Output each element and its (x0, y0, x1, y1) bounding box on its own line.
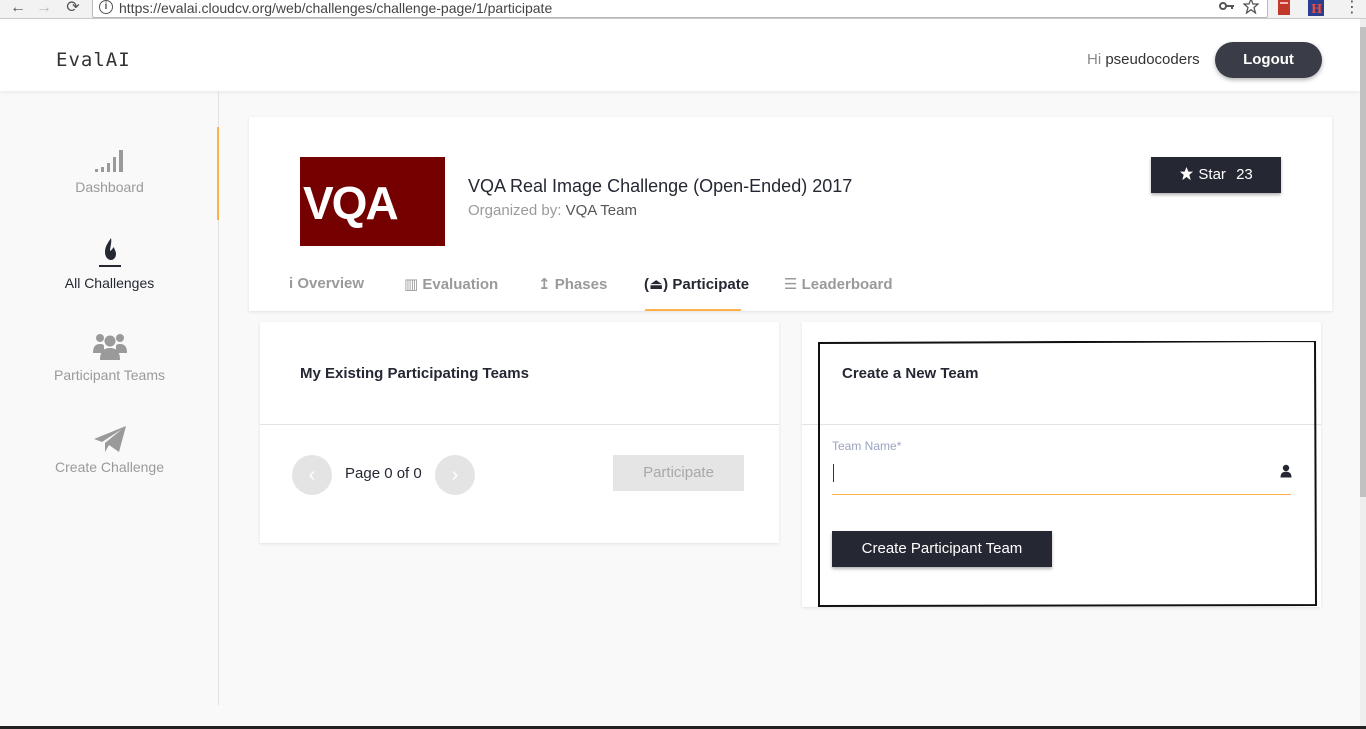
organized-by-label: Organized by: (468, 202, 562, 219)
extension-book-icon[interactable] (1277, 0, 1291, 16)
signal-bars-icon (94, 150, 123, 172)
page-scrollbar[interactable] (1360, 19, 1366, 729)
browser-toolbar: ← → ⟳ i https://evalai.cloudcv.org/web/c… (0, 0, 1366, 19)
sidebar-item-label: Create Challenge (55, 459, 164, 475)
annotation-highlight-frame (818, 341, 1318, 607)
challenge-tabs: i Overview ▥ Evaluation ↥ Phases (⏏) Par… (249, 267, 1332, 311)
list-icon: ☰ (784, 276, 798, 293)
reload-icon[interactable]: ⟳ (63, 0, 83, 18)
sidebar-item-label: Dashboard (75, 179, 144, 195)
address-bar[interactable]: i https://evalai.cloudcv.org/web/challen… (92, 0, 1268, 18)
browser-menu-icon[interactable]: ⋮ (1344, 0, 1360, 16)
app-header: EvalAI Hi pseudocoders Logout (0, 19, 1360, 91)
username[interactable]: pseudocoders (1105, 51, 1199, 68)
evalai-logo[interactable]: EvalAI (56, 49, 131, 71)
chevron-right-icon: › (451, 464, 459, 486)
existing-teams-card: My Existing Participating Teams ‹ Page 0… (260, 322, 779, 543)
star-icon (1180, 166, 1194, 181)
users-icon (92, 334, 127, 360)
chevron-left-icon: ‹ (308, 464, 316, 486)
challenge-header-card: VQA VQA Real Image Challenge (Open-Ended… (249, 117, 1332, 311)
tab-label: Participate (672, 276, 750, 293)
organizer-name: VQA Team (565, 202, 637, 219)
flame-icon (98, 238, 121, 267)
sidebar: Dashboard All Challenges Participant Tea… (0, 91, 219, 705)
logout-button[interactable]: Logout (1215, 42, 1322, 78)
scrollbar-thumb[interactable] (1360, 27, 1366, 497)
tab-overview[interactable]: i Overview (289, 275, 364, 292)
star-label: Star (1198, 166, 1226, 183)
pagination-text: Page 0 of 0 (345, 465, 422, 482)
prev-page-button[interactable]: ‹ (292, 455, 332, 495)
info-icon: i (289, 275, 294, 292)
tab-leaderboard[interactable]: ☰ Leaderboard (784, 275, 892, 293)
challenge-organizer: Organized by: VQA Team (468, 202, 637, 219)
star-count: 23 (1236, 166, 1253, 183)
key-icon[interactable] (1219, 0, 1235, 16)
sidebar-active-indicator (217, 127, 219, 220)
participate-button[interactable]: Participate (613, 455, 744, 491)
challenge-logo-text: VQA (303, 177, 397, 229)
sidebar-item-all-challenges[interactable]: All Challenges (0, 237, 219, 291)
active-tab-underline (645, 309, 741, 311)
challenge-logo: VQA (300, 157, 445, 246)
tab-label: Overview (297, 275, 365, 292)
next-page-button[interactable]: › (435, 455, 475, 495)
sidebar-item-dashboard[interactable]: Dashboard (0, 147, 219, 195)
tab-phases[interactable]: ↥ Phases (538, 275, 607, 293)
paper-plane-icon (93, 426, 126, 452)
tab-evaluation[interactable]: ▥ Evaluation (404, 275, 498, 293)
greeting-prefix: Hi (1087, 51, 1102, 68)
sidebar-item-label: Participant Teams (53, 367, 165, 383)
back-icon[interactable]: ← (8, 0, 28, 18)
participate-icon: (⏏) (644, 276, 669, 293)
extension-h-icon[interactable]: H (1308, 0, 1324, 16)
site-info-icon[interactable]: i (99, 0, 113, 14)
tab-label: Evaluation (422, 276, 499, 293)
existing-teams-title: My Existing Participating Teams (300, 365, 529, 382)
sidebar-item-create-challenge[interactable]: Create Challenge (0, 425, 219, 475)
upload-icon: ↥ (538, 276, 551, 293)
tab-label: Phases (554, 276, 608, 293)
url-text[interactable]: https://evalai.cloudcv.org/web/challenge… (119, 0, 552, 16)
sidebar-item-participant-teams[interactable]: Participant Teams (0, 331, 219, 383)
card-divider (260, 424, 779, 425)
challenge-title: VQA Real Image Challenge (Open-Ended) 20… (468, 176, 853, 196)
tab-participate[interactable]: (⏏) Participate (644, 275, 749, 293)
svg-text:H: H (1311, 2, 1322, 16)
sidebar-item-label: All Challenges (64, 275, 155, 291)
bookmark-star-icon[interactable] (1242, 0, 1260, 17)
tab-label: Leaderboard (801, 276, 893, 293)
star-button[interactable]: Star 23 (1151, 157, 1281, 193)
forward-icon[interactable]: → (34, 0, 54, 18)
user-greeting: Hi pseudocoders (1087, 51, 1200, 68)
bar-chart-icon: ▥ (404, 276, 419, 293)
